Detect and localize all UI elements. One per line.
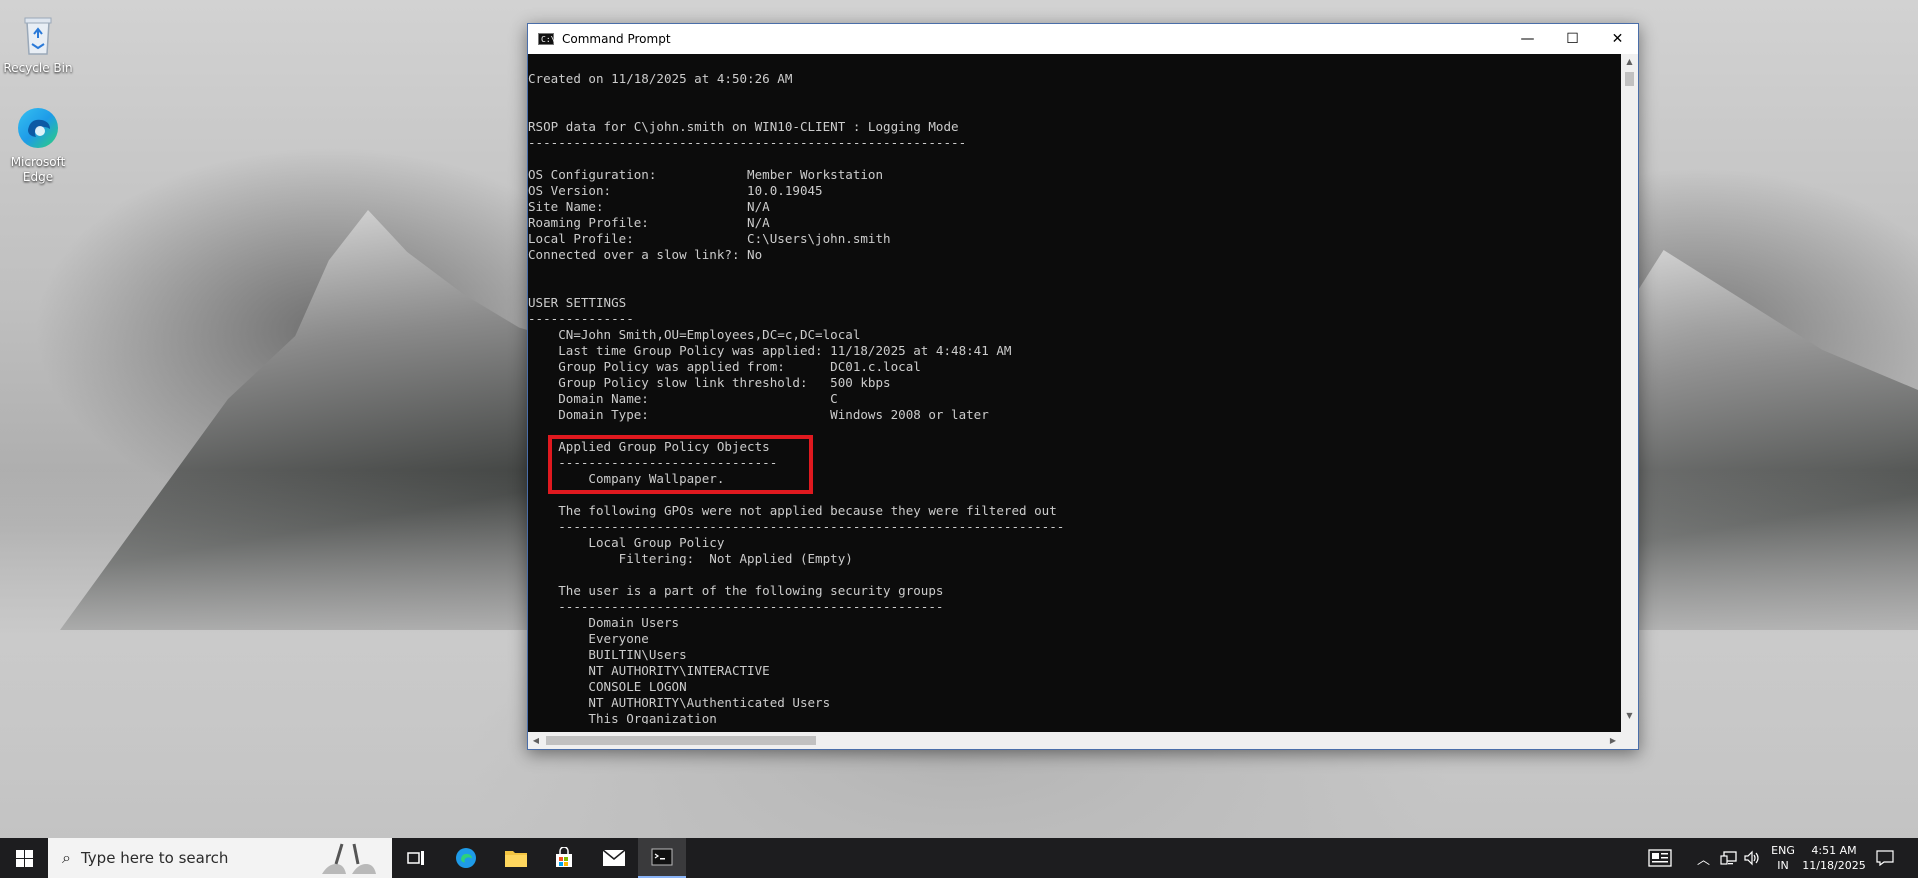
desktop-icon-label: Microsoft Edge: [10, 155, 66, 184]
close-button[interactable]: ✕: [1595, 24, 1640, 54]
task-view-icon: [407, 851, 424, 865]
maximize-icon: ☐: [1566, 31, 1579, 47]
console-line: --------------: [528, 311, 634, 326]
start-button[interactable]: [0, 838, 48, 878]
console-line: Everyone: [528, 631, 649, 646]
console-output[interactable]: Created on ‎11/‎18/‎2025 at 4:50:26 AM R…: [528, 54, 1621, 724]
console-line: Domain Type: Windows 2008 or later: [528, 407, 989, 422]
store-icon: [556, 847, 572, 867]
search-highlight-illustration-icon: [322, 843, 376, 874]
close-icon: ✕: [1611, 31, 1624, 47]
console-line: OS Version: 10.0.19045: [528, 183, 823, 198]
taskbar-command-prompt-button[interactable]: [638, 838, 686, 878]
edge-icon: [18, 108, 58, 148]
console-line: CN=John Smith,OU=Employees,DC=c,DC=local: [528, 327, 861, 342]
minimize-button[interactable]: —: [1505, 24, 1550, 54]
clock-time: 4:51 AM: [1811, 844, 1857, 857]
taskbar-mail-button[interactable]: [590, 838, 638, 878]
console-line: Site Name: N/A: [528, 199, 770, 214]
taskbar: ⌕ Type here to search ︿ ENG IN 4:51 AM 1…: [0, 838, 1918, 878]
console-line: NT AUTHORITY\Authenticated Users: [528, 695, 831, 710]
chevron-up-icon: ︿: [1697, 852, 1711, 868]
console-line: Local Profile: C:\Users\john.smith: [528, 231, 891, 246]
taskbar-edge-button[interactable]: [442, 838, 490, 878]
minimize-icon: —: [1520, 31, 1535, 47]
window-titlebar[interactable]: C:\ Command Prompt — ☐ ✕: [528, 24, 1638, 54]
vertical-scrollbar[interactable]: ▲ ▼: [1621, 54, 1638, 741]
console-line: NT AUTHORITY\INTERACTIVE: [528, 663, 770, 678]
console-line: Domain Name: C: [528, 391, 838, 406]
console-line: Company Wallpaper.: [528, 471, 725, 486]
scroll-left-icon[interactable]: ◀: [528, 732, 544, 749]
console-text: Created on ‎11/‎18/‎2025 at 4:50:26 AM R…: [528, 54, 1621, 724]
search-placeholder: Type here to search: [80, 849, 229, 867]
task-view-button[interactable]: [392, 838, 440, 878]
console-line: Local Group Policy: [528, 535, 725, 550]
search-icon: ⌕: [62, 848, 71, 867]
console-line: ----------------------------------------…: [528, 135, 967, 150]
mail-icon: [602, 849, 626, 866]
command-prompt-icon: C:\: [538, 33, 555, 45]
console-line: Created on ‎11/‎18/‎2025 at 4:50:26 AM: [528, 71, 793, 86]
language-code: ENG: [1771, 844, 1795, 857]
console-line: This Organization: [528, 711, 717, 724]
scroll-down-icon[interactable]: ▼: [1621, 708, 1638, 724]
network-button[interactable]: [1720, 838, 1738, 878]
console-line: Roaming Profile: N/A: [528, 215, 770, 230]
console-line: Last time Group Policy was applied: 11/1…: [528, 343, 1012, 358]
scroll-up-icon[interactable]: ▲: [1621, 54, 1638, 70]
volume-button[interactable]: [1743, 838, 1761, 878]
desktop-icon-recycle-bin[interactable]: Recycle Bin: [0, 10, 76, 76]
scroll-right-icon[interactable]: ▶: [1605, 732, 1621, 749]
scrollbar-corner: [1621, 732, 1638, 749]
show-hidden-icons-button[interactable]: ︿: [1697, 838, 1710, 878]
console-line: USER SETTINGS: [528, 295, 627, 310]
tray-news-button[interactable]: [1648, 838, 1672, 878]
console-line: -----------------------------: [528, 455, 778, 470]
news-widget-icon: [1648, 849, 1672, 867]
console-line: Domain Users: [528, 615, 680, 630]
taskbar-file-explorer-button[interactable]: [492, 838, 540, 878]
window-title: Command Prompt: [562, 32, 671, 46]
notification-center-icon: [1876, 850, 1894, 866]
edge-icon: [456, 848, 476, 868]
console-line: Filtering: Not Applied (Empty): [528, 551, 853, 566]
network-icon: [1720, 851, 1737, 865]
recycle-bin-icon: [24, 17, 52, 55]
command-prompt-window[interactable]: C:\ Command Prompt — ☐ ✕ Created on ‎11/…: [527, 23, 1639, 750]
console-line: CONSOLE LOGON: [528, 679, 687, 694]
folder-icon: [505, 851, 527, 867]
console-line: BUILTIN\Users: [528, 647, 687, 662]
maximize-button[interactable]: ☐: [1550, 24, 1595, 54]
language-region: IN: [1777, 859, 1789, 872]
clock-date: 11/18/2025: [1802, 859, 1866, 872]
language-indicator[interactable]: ENG IN: [1770, 838, 1796, 878]
console-line: ----------------------------------------…: [528, 519, 1065, 534]
notifications-button[interactable]: [1876, 838, 1894, 878]
console-line: The following GPOs were not applied beca…: [528, 503, 1057, 518]
console-line: Applied Group Policy Objects: [528, 439, 770, 454]
console-line: The user is a part of the following secu…: [528, 583, 944, 598]
taskbar-search-box[interactable]: ⌕ Type here to search: [48, 838, 392, 878]
console-line: Connected over a slow link?: No: [528, 247, 763, 262]
windows-start-icon: [15, 849, 33, 867]
console-line: Group Policy was applied from: DC01.c.lo…: [528, 359, 921, 374]
desktop-icon-label: Recycle Bin: [3, 61, 73, 75]
console-line: Group Policy slow link threshold: 500 kb…: [528, 375, 891, 390]
volume-icon: [1744, 850, 1759, 866]
taskbar-store-button[interactable]: [540, 838, 588, 878]
horizontal-scroll-thumb[interactable]: [546, 736, 816, 745]
vertical-scroll-thumb[interactable]: [1625, 72, 1634, 86]
command-prompt-icon: [651, 848, 673, 866]
clock[interactable]: 4:51 AM 11/18/2025: [1802, 838, 1866, 878]
horizontal-scrollbar[interactable]: ◀ ▶: [528, 732, 1621, 749]
desktop-icon-edge[interactable]: Microsoft Edge: [0, 104, 76, 185]
console-line: RSOP data for C\john.smith on WIN10-CLIE…: [528, 119, 959, 134]
console-line: ----------------------------------------…: [528, 599, 944, 614]
console-line: OS Configuration: Member Workstation: [528, 167, 884, 182]
